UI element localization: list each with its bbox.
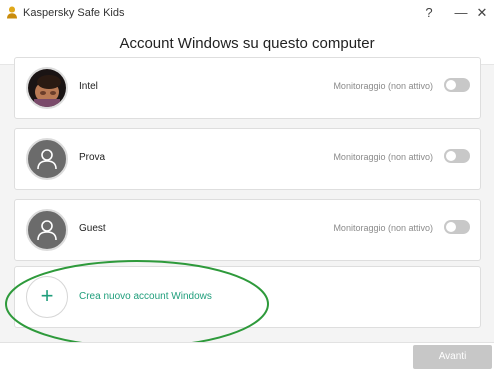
account-card-prova: Prova Monitoraggio (non attivo) [14,128,481,190]
monitoring-status: Monitoraggio (non attivo) [333,152,433,162]
monitoring-status: Monitoraggio (non attivo) [333,81,433,91]
person-icon [37,149,57,170]
toggle-knob [446,222,456,232]
monitoring-toggle[interactable] [444,149,470,163]
toggle-knob [446,80,456,90]
monitoring-toggle[interactable] [444,220,470,234]
avatar-photo [26,67,68,109]
page-title: Account Windows su questo computer [119,35,375,52]
next-button[interactable]: Avanti [413,345,492,369]
create-account-label: Crea nuovo account Windows [79,291,212,302]
help-button[interactable]: ? [419,3,439,23]
plus-icon: + [26,276,68,318]
account-card-intel: Intel Monitoraggio (non attivo) [14,57,481,119]
avatar [26,138,68,180]
minimize-button[interactable]: — [451,3,471,23]
main-content: Account Windows su questo computer Intel… [0,26,494,342]
monitoring-toggle[interactable] [444,78,470,92]
account-name: Intel [79,81,98,92]
window-title: Kaspersky Safe Kids [23,7,125,19]
close-button[interactable]: ✕ [472,3,492,23]
title-bar: Kaspersky Safe Kids ? — ✕ [0,0,494,26]
monitoring-status: Monitoraggio (non attivo) [333,223,433,233]
footer-bar: Avanti [0,342,494,376]
account-name: Guest [79,223,106,234]
toggle-knob [446,151,456,161]
avatar [26,209,68,251]
account-name: Prova [79,152,106,163]
kaspersky-logo-icon [7,6,17,19]
person-icon [37,220,57,241]
account-card-guest: Guest Monitoraggio (non attivo) [14,199,481,261]
user-photo-image [28,69,66,107]
create-account-button[interactable]: + Crea nuovo account Windows [14,266,481,328]
